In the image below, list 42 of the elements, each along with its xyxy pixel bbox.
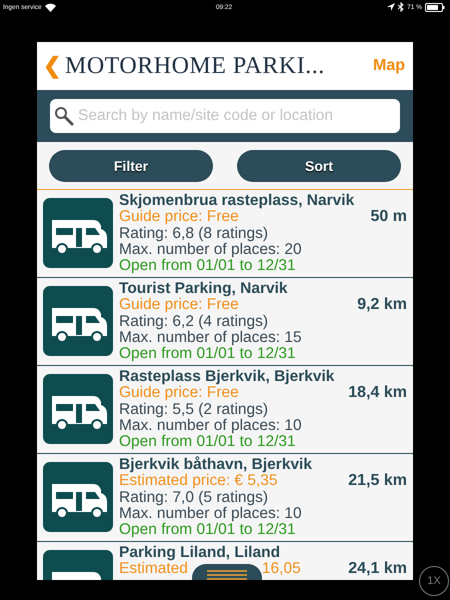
price-text: Guide price: Free bbox=[119, 209, 239, 226]
site-name: Skjomenbrua rasteplass, Narvik bbox=[119, 192, 354, 209]
site-name: Bjerkvik båthavn, Bjerkvik bbox=[119, 456, 312, 473]
price-text: Guide price: Free bbox=[119, 297, 239, 314]
toolbar-button[interactable]: Filter bbox=[49, 150, 213, 182]
opening-text: Open from 01/01 to 12/31 bbox=[119, 522, 297, 538]
price-text: 16,05 bbox=[262, 561, 301, 578]
search-field[interactable]: Search by name/site code or location bbox=[50, 99, 400, 133]
opening-text: Open from 01/01 to 12/31 bbox=[119, 258, 297, 274]
places-text: Max. number of places: 15 bbox=[119, 330, 303, 346]
price-text: Guide price: Free bbox=[119, 385, 239, 402]
rating-text: Rating: 6,2 (4 ratings) bbox=[119, 314, 270, 330]
site-name: Tourist Parking, Narvik bbox=[119, 280, 288, 297]
site-name: Rasteplass Bjerkvik, Bjerkvik bbox=[119, 368, 334, 385]
places-text: Max. number of places: 10 bbox=[119, 418, 303, 434]
site-row[interactable]: Rasteplass Bjerkvik, Bjerkvik Guide price: Free 18,4 km Rating: 5,5 (2 ratings) Max. number of places: 10 Open from 01/01 to 12/31 bbox=[37, 366, 413, 454]
rating-text: Rating: 6,8 (8 ratings) bbox=[119, 226, 270, 242]
distance-text: 18,4 km bbox=[348, 385, 407, 402]
places-text: Max. number of places: 10 bbox=[119, 506, 303, 522]
wifi-icon bbox=[44, 2, 56, 12]
bluetooth-icon bbox=[398, 2, 404, 12]
site-name: Parking Liland, Liland bbox=[119, 544, 280, 561]
places-text: Max. number of places: 20 bbox=[119, 242, 303, 258]
site-row[interactable]: Bjerkvik båthavn, Bjerkvik Estimated price: € 5,35 21,5 km Rating: 7,0 (5 ratings) Max. number of places: 10 Open from 01/01 to 12/31 bbox=[37, 454, 413, 542]
menu-icon bbox=[207, 570, 247, 580]
distance-text: 9,2 km bbox=[357, 297, 407, 314]
location-icon bbox=[387, 3, 396, 11]
price-text: Estimated price: € 5,35 bbox=[119, 473, 278, 490]
opening-text: Open from 01/01 to 12/31 bbox=[119, 346, 297, 362]
opening-text: Open from 01/01 to 12/31 bbox=[119, 434, 297, 450]
price-text: Estimated bbox=[119, 561, 188, 578]
site-row[interactable]: Tourist Parking, Narvik Guide price: Free 9,2 km Rating: 6,2 (4 ratings) Max. number of places: 15 Open from 01/01 to 12/31 bbox=[37, 278, 413, 366]
toolbar-button[interactable]: Sort bbox=[237, 150, 401, 182]
distance-text: 50 m bbox=[370, 209, 407, 226]
rating-text: Rating: 5,5 (2 ratings) bbox=[119, 402, 270, 418]
app-title: MOTORHOME PARKI... bbox=[65, 52, 326, 80]
distance-text: 21,5 km bbox=[348, 473, 407, 490]
site-row[interactable]: Skjomenbrua rasteplass, Narvik Guide price: Free 50 m Rating: 6,8 (8 ratings) Max. number of places: 20 Open from 01/01 to 12/31 bbox=[37, 190, 413, 278]
battery-icon bbox=[425, 2, 445, 12]
distance-text: 24,1 km bbox=[348, 561, 407, 578]
rating-text: Rating: 7,0 (5 ratings) bbox=[119, 490, 270, 506]
zoom-button[interactable]: 1X bbox=[419, 566, 449, 596]
